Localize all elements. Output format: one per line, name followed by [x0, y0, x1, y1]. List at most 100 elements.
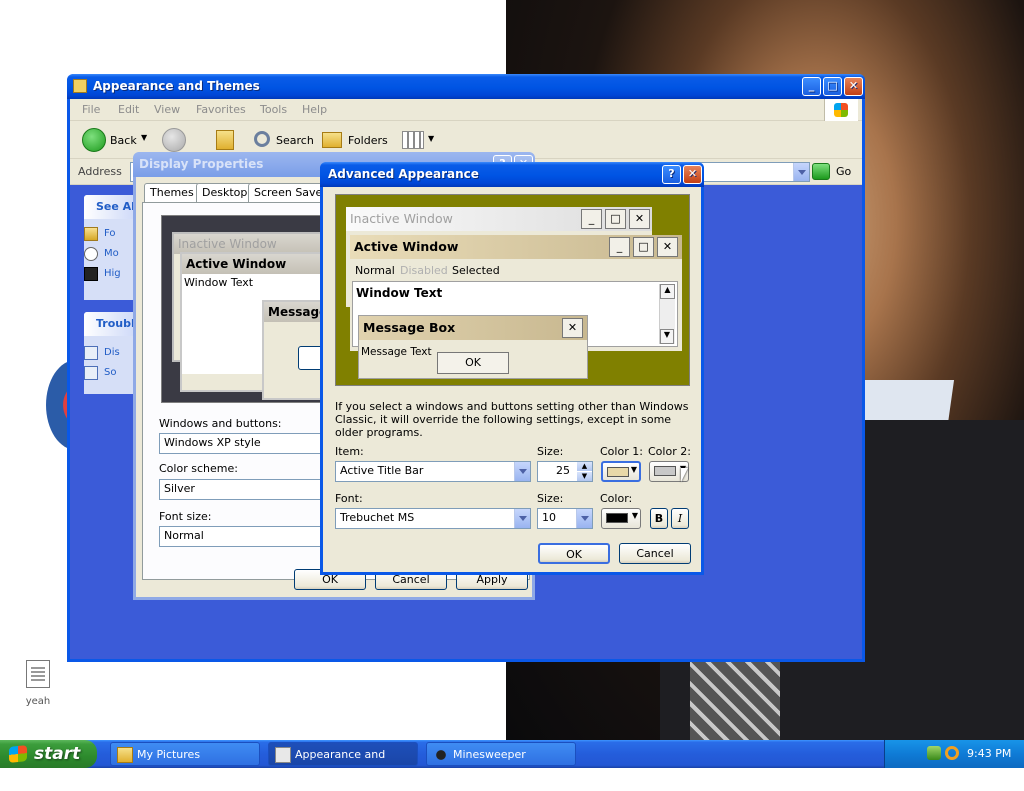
task-appearance-themes[interactable]: Appearance and The...: [268, 742, 418, 785]
size-spinner[interactable]: 25 ▲ ▼: [537, 461, 593, 482]
size-value: 25: [556, 464, 570, 477]
ok-button[interactable]: OK: [538, 543, 610, 564]
advanced-appearance-dialog: Advanced Appearance ? ✕ Inactive Window …: [320, 162, 704, 575]
font-select[interactable]: Trebuchet MS: [335, 508, 531, 529]
menu-file[interactable]: File: [82, 103, 100, 116]
windows-buttons-label: Windows and buttons:: [159, 417, 282, 430]
mine-icon: [433, 747, 449, 763]
preview-maximize-icon: □: [605, 209, 626, 229]
chevron-down-icon[interactable]: ▼: [141, 133, 147, 142]
tab-themes[interactable]: Themes: [144, 183, 200, 203]
scroll-down-arrow-icon[interactable]: ▼: [660, 329, 674, 344]
see-also-item-fonts[interactable]: Fo: [104, 228, 116, 239]
font-size-dropdown-arrow[interactable]: [576, 509, 592, 528]
preview-message-text[interactable]: Message Text: [361, 346, 432, 358]
font-color-label: Color:: [600, 492, 633, 505]
color2-swatch: [654, 466, 676, 476]
explorer-title: Appearance and Themes: [93, 79, 260, 93]
spinner-up-icon[interactable]: ▲: [577, 462, 592, 471]
menu-help[interactable]: Help: [302, 103, 327, 116]
go-label: Go: [836, 165, 852, 178]
menu-view[interactable]: View: [154, 103, 180, 116]
folders-icon[interactable]: [322, 132, 342, 148]
item-select[interactable]: Active Title Bar: [335, 461, 531, 482]
menu-favorites[interactable]: Favorites: [196, 103, 246, 116]
address-dropdown-arrow[interactable]: [793, 163, 809, 181]
font-size-select[interactable]: Normal: [159, 526, 329, 547]
font-dropdown-arrow[interactable]: [514, 509, 530, 528]
desktop-file-icon[interactable]: [26, 660, 50, 688]
go-arrow-icon: [812, 163, 830, 180]
troubleshooter-item-sound[interactable]: So: [104, 367, 116, 378]
font-size-value: 10: [542, 511, 556, 524]
scroll-up-arrow-icon[interactable]: ▲: [660, 284, 675, 299]
menu-edit[interactable]: Edit: [118, 103, 139, 116]
font-size-label: Font size:: [159, 510, 212, 523]
advanced-appearance-titlebar[interactable]: Advanced Appearance ? ✕: [320, 162, 704, 187]
preview-menu-disabled[interactable]: Disabled: [400, 264, 448, 277]
help-icon-2: [84, 366, 98, 380]
minimize-button[interactable]: _: [802, 77, 821, 96]
preview-message-title[interactable]: Message Box: [359, 316, 587, 340]
go-button[interactable]: Go: [812, 162, 860, 182]
task-label: Appearance and The...: [295, 748, 386, 785]
italic-button[interactable]: I: [671, 508, 689, 529]
preview-message-box[interactable]: Message Box ✕ Message Text OK: [358, 315, 588, 379]
preview-window-text[interactable]: Window Text: [356, 286, 442, 300]
item-dropdown-arrow[interactable]: [514, 462, 530, 481]
size-label: Size:: [537, 445, 564, 458]
desktop-icon-label[interactable]: yeah: [18, 696, 58, 707]
tab-desktop[interactable]: Desktop: [196, 183, 254, 203]
search-tray-icon[interactable]: [945, 746, 959, 760]
clock[interactable]: 9:43 PM: [967, 747, 1011, 760]
menu-tools[interactable]: Tools: [260, 103, 287, 116]
preview-scrollbar[interactable]: ▲ ▼: [659, 284, 675, 344]
windows-buttons-select[interactable]: Windows XP style: [159, 433, 329, 454]
preview-message-close-icon: ✕: [562, 318, 583, 338]
views-icon[interactable]: [402, 131, 424, 149]
color1-picker[interactable]: ▼: [601, 461, 641, 482]
preview-close-icon: ✕: [629, 209, 650, 229]
help-button[interactable]: ?: [662, 165, 681, 184]
maximize-button[interactable]: □: [823, 77, 842, 96]
back-label[interactable]: Back: [110, 134, 137, 147]
preview-inactive-title: Inactive Window: [174, 234, 320, 254]
windows-logo-icon: [824, 99, 858, 121]
network-icon[interactable]: [927, 746, 941, 760]
windows-flag-icon: [9, 745, 27, 763]
folder-icon: [117, 747, 133, 763]
preview-ok-button[interactable]: OK: [437, 352, 509, 374]
forward-arrow-icon[interactable]: [162, 128, 186, 152]
color2-label: Color 2:: [648, 445, 691, 458]
mouse-pointer-icon: [84, 247, 98, 261]
override-note: If you select a windows and buttons sett…: [335, 400, 689, 439]
see-also-item-high-contrast[interactable]: Hig: [104, 268, 121, 279]
preview-menu-normal[interactable]: Normal: [355, 264, 395, 277]
color-scheme-select[interactable]: Silver: [159, 479, 329, 500]
font-color-chevron-down-icon: ▼: [631, 511, 638, 520]
back-arrow-icon[interactable]: [82, 128, 106, 152]
task-minesweeper[interactable]: Minesweeper: [426, 742, 576, 766]
task-label: Minesweeper: [453, 748, 526, 761]
start-button[interactable]: start: [0, 740, 97, 768]
explorer-titlebar[interactable]: Appearance and Themes _ □ ✕: [67, 74, 865, 99]
see-also-item-mouse[interactable]: Mo: [104, 248, 119, 259]
search-label[interactable]: Search: [276, 134, 314, 147]
cancel-button[interactable]: Cancel: [619, 543, 691, 564]
folders-label[interactable]: Folders: [348, 134, 388, 147]
close-button[interactable]: ✕: [844, 77, 863, 96]
spinner-down-icon[interactable]: ▼: [577, 472, 592, 481]
close-button[interactable]: ✕: [683, 165, 702, 184]
views-chevron-down-icon[interactable]: ▼: [428, 134, 434, 143]
advanced-preview[interactable]: Inactive Window _ □ ✕ Active Window _ □ …: [335, 194, 690, 386]
font-size-select[interactable]: 10: [537, 508, 593, 529]
preview-menu-selected[interactable]: Selected: [452, 264, 500, 277]
search-icon[interactable]: [254, 131, 270, 147]
troubleshooter-item-display[interactable]: Dis: [104, 347, 120, 358]
task-label: My Pictures: [137, 748, 201, 761]
font-size-label: Size:: [537, 492, 564, 505]
up-folder-icon[interactable]: [216, 130, 234, 150]
font-color-picker[interactable]: ▼: [601, 508, 641, 529]
bold-button[interactable]: B: [650, 508, 668, 529]
task-my-pictures[interactable]: My Pictures: [110, 742, 260, 766]
